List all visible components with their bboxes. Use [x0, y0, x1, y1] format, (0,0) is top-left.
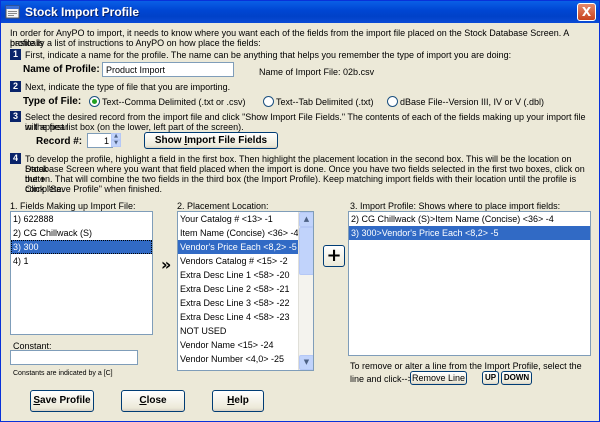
list-item[interactable]: NOT USED	[178, 324, 298, 338]
constant-input[interactable]	[10, 350, 138, 365]
step-1-badge: 1	[10, 49, 21, 60]
list-item[interactable]: Your Catalog # <13> -1	[178, 212, 298, 226]
help-button[interactable]: Help	[212, 390, 264, 412]
step-3-badge: 3	[10, 111, 21, 122]
list-item[interactable]: Vendor Name <15> -24	[178, 338, 298, 352]
step-4-line-4: Click "Save Profile" when finished.	[25, 184, 162, 194]
import-file-value: 02b.csv	[343, 67, 375, 77]
profile-name-input[interactable]	[102, 62, 234, 77]
step-3-line-2: in the first list box (on the lower, lef…	[25, 122, 244, 132]
record-number-spinner[interactable]: ▲ ▼	[111, 133, 121, 148]
record-number-input[interactable]	[87, 133, 113, 148]
import-profile-listbox[interactable]: 2) CG Chillwack (S)>Item Name (Concise) …	[348, 211, 591, 356]
show-import-fields-button[interactable]: Show Import File Fields	[144, 132, 278, 149]
radio-tab-delimited[interactable]	[263, 96, 274, 107]
file-type-label: Type of File:	[23, 96, 82, 107]
intro-line-2: basically a list of instructions to AnyP…	[10, 38, 261, 48]
constant-note: Constants are indicated by a [C]	[13, 370, 113, 377]
import-fields-listbox[interactable]: 1) 622888 2) CG Chillwack (S) 3) 300 4) …	[10, 211, 153, 335]
save-profile-button[interactable]: Save Profile	[30, 390, 94, 412]
move-down-button[interactable]: DOWN	[501, 371, 532, 385]
scroll-up-icon[interactable]: ▲	[299, 212, 313, 227]
add-to-profile-button[interactable]: +	[323, 245, 345, 267]
list-item[interactable]: 2) CG Chillwack (S)>Item Name (Concise) …	[349, 212, 590, 226]
form-icon	[5, 5, 20, 19]
list-item[interactable]: Vendor's Price Each <8,2> -5	[178, 240, 298, 254]
arrow-right-icon: »	[161, 255, 172, 274]
list-item[interactable]: 1) 622888	[11, 212, 152, 226]
list-2-header: 2. Placement Location:	[177, 201, 269, 211]
title-bar[interactable]: Stock Import Profile X	[1, 1, 599, 23]
step-1-text: First, indicate a name for the profile. …	[25, 50, 512, 60]
step-2-badge: 2	[10, 81, 21, 92]
placement-location-listbox[interactable]: Your Catalog # <13> -1 Item Name (Concis…	[177, 211, 314, 371]
scroll-thumb[interactable]	[299, 227, 313, 275]
radio-comma-delimited-label[interactable]: Text--Comma Delimited (.txt or .csv)	[102, 97, 246, 107]
list-item[interactable]: 4) 1	[11, 254, 152, 268]
move-up-button[interactable]: UP	[482, 371, 499, 385]
step-4-badge: 4	[10, 153, 21, 164]
spin-down-icon[interactable]: ▼	[111, 140, 121, 147]
list-item[interactable]: Vendor Number <4,0> -25	[178, 352, 298, 366]
scroll-down-icon[interactable]: ▼	[299, 355, 313, 370]
close-icon: X	[581, 5, 592, 19]
stock-import-profile-window: Stock Import Profile X In order for AnyP…	[0, 0, 600, 422]
list-item[interactable]: 3) 300>Vendor's Price Each <8,2> -5	[349, 226, 590, 240]
radio-comma-delimited[interactable]	[89, 96, 100, 107]
import-file-label: Name of Import File: 02b.csv	[259, 67, 375, 77]
remove-line-button[interactable]: Remove Line	[410, 371, 467, 385]
profile-name-label: Name of Profile:	[23, 64, 100, 75]
remove-instructions-line-1: To remove or alter a line from the Impor…	[350, 361, 582, 371]
radio-dbase-label[interactable]: dBase File--Version III, IV or V (.dbl)	[400, 97, 544, 107]
placement-scrollbar[interactable]: ▲ ▼	[298, 212, 313, 370]
list-item[interactable]: Extra Desc Line 1 <58> -20	[178, 268, 298, 282]
list-1-header: 1. Fields Making up Import File:	[10, 201, 136, 211]
list-item[interactable]: Extra Desc Line 2 <58> -21	[178, 282, 298, 296]
list-item[interactable]: Extra Desc Line 3 <58> -22	[178, 296, 298, 310]
step-2-text: Next, indicate the type of file that you…	[25, 82, 231, 92]
list-3-header: 3. Import Profile: Shows where to place …	[350, 201, 561, 211]
radio-tab-delimited-label[interactable]: Text--Tab Delimited (.txt)	[276, 97, 374, 107]
list-item[interactable]: 2) CG Chillwack (S)	[11, 226, 152, 240]
remove-instructions-line-2: line and click-->	[350, 374, 413, 384]
spin-up-icon[interactable]: ▲	[111, 133, 121, 140]
list-item[interactable]: 3) 300	[11, 240, 152, 254]
close-window-button[interactable]: X	[577, 3, 596, 21]
radio-dbase[interactable]	[387, 96, 398, 107]
list-item[interactable]: Vendors Catalog # <15> -2	[178, 254, 298, 268]
window-title: Stock Import Profile	[25, 5, 140, 19]
placement-items: Your Catalog # <13> -1 Item Name (Concis…	[178, 212, 299, 366]
list-item[interactable]: Item Name (Concise) <36> -4	[178, 226, 299, 240]
plus-icon: +	[326, 245, 342, 266]
close-button[interactable]: Close	[121, 390, 185, 412]
list-item[interactable]: Extra Desc Line 4 <58> -23	[178, 310, 298, 324]
record-number-label: Record #:	[36, 136, 83, 147]
